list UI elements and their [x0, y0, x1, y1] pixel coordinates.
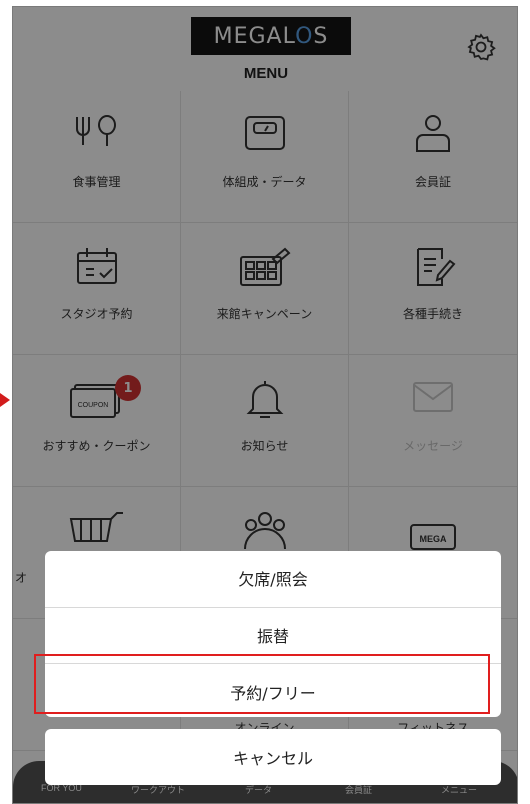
annotation-arrow — [0, 393, 10, 407]
cancel-button[interactable]: キャンセル — [45, 729, 501, 785]
highlight-box — [34, 654, 490, 714]
absence-inquiry-option[interactable]: 欠席/照会 — [45, 551, 501, 605]
screenshot-frame: MEGALOS MENU 食事管理 体組成・データ 会員証 スタジオ予約 来館キ… — [0, 0, 530, 804]
